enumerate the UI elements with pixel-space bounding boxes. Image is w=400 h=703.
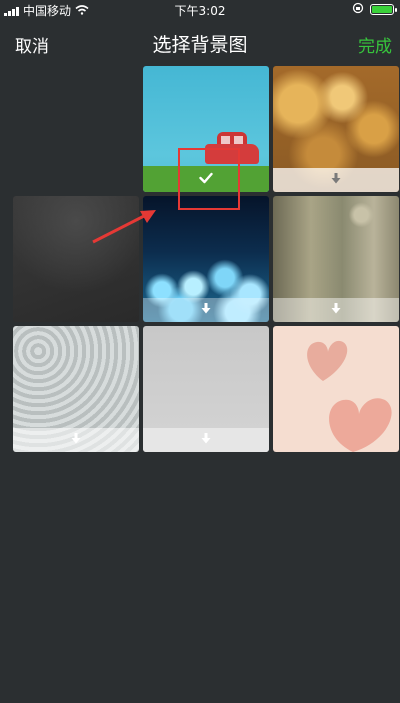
download-arrow-icon <box>331 173 341 187</box>
download-arrow-icon <box>331 303 341 317</box>
background-tile[interactable] <box>273 196 399 322</box>
background-tile[interactable] <box>273 66 399 192</box>
download-bar <box>143 428 269 452</box>
background-grid <box>0 0 400 703</box>
download-arrow-icon <box>201 303 211 317</box>
background-tile[interactable] <box>143 326 269 452</box>
selected-bar <box>143 166 269 192</box>
download-bar <box>273 168 399 192</box>
background-tile[interactable] <box>13 326 139 452</box>
download-arrow-icon <box>71 433 81 447</box>
checkmark-icon <box>199 170 213 188</box>
annotation-arrow-icon <box>92 210 156 244</box>
background-tile[interactable] <box>143 66 269 192</box>
download-arrow-icon <box>201 433 211 447</box>
download-bar <box>273 298 399 322</box>
download-bar <box>143 298 269 322</box>
hearts-illustration <box>307 340 392 452</box>
download-bar <box>13 428 139 452</box>
background-tile[interactable] <box>273 326 399 452</box>
background-tile[interactable] <box>143 196 269 322</box>
